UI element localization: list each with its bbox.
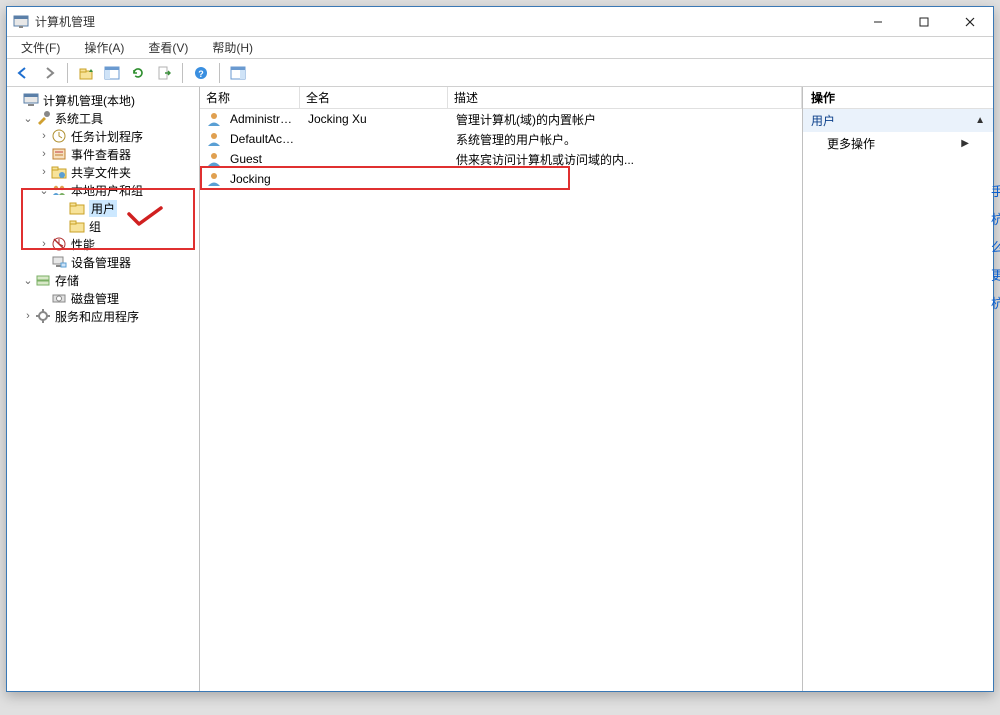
content-area: 计算机管理(本地) ⌄ 系统工具 › 任务计划程序 › 事件查看器 › 共享文件… [7, 87, 993, 691]
minimize-button[interactable] [855, 7, 901, 37]
forward-button[interactable] [37, 62, 61, 84]
edge-decoration: 手杭么更杭 [991, 178, 1000, 318]
export-button[interactable] [152, 62, 176, 84]
tree-storage[interactable]: ⌄ 存储 [7, 271, 199, 289]
menu-help[interactable]: 帮助(H) [208, 37, 257, 58]
tree-disk-management[interactable]: 磁盘管理 [7, 289, 199, 307]
list-header[interactable]: 名称 全名 描述 [200, 87, 802, 109]
user-row[interactable]: DefaultAcc... 系统管理的用户帐户。 [200, 129, 802, 149]
tree-performance[interactable]: › 性能 [7, 235, 199, 253]
tools-icon [35, 110, 51, 126]
user-row[interactable]: Guest 供来宾访问计算机或访问域的内... [200, 149, 802, 169]
col-fullname[interactable]: 全名 [300, 87, 448, 108]
up-button[interactable] [74, 62, 98, 84]
folder-icon [69, 200, 85, 216]
toolbar-separator [182, 63, 183, 83]
tree-shared-folders[interactable]: › 共享文件夹 [7, 163, 199, 181]
tree-event-viewer[interactable]: › 事件查看器 [7, 145, 199, 163]
user-icon [206, 151, 222, 167]
window-controls [855, 7, 993, 37]
svg-text:?: ? [198, 69, 204, 79]
expand-icon[interactable]: › [21, 310, 35, 322]
expand-icon[interactable]: › [37, 166, 51, 178]
list-pane: 名称 全名 描述 Administrat... Jocking Xu 管理计算机… [200, 87, 803, 691]
collapse-icon[interactable]: ⌄ [21, 274, 35, 287]
clock-icon [51, 128, 67, 144]
users-groups-icon [51, 182, 67, 198]
show-hide-tree-button[interactable] [100, 62, 124, 84]
maximize-button[interactable] [901, 7, 947, 37]
menu-action[interactable]: 操作(A) [80, 37, 128, 58]
expand-icon[interactable]: › [37, 130, 51, 142]
tree-local-users-groups[interactable]: ⌄ 本地用户和组 [7, 181, 199, 199]
performance-icon [51, 236, 67, 252]
user-row[interactable]: Administrat... Jocking Xu 管理计算机(域)的内置帐户 [200, 109, 802, 129]
user-icon [206, 111, 222, 127]
titlebar: 计算机管理 [7, 7, 993, 37]
actions-group-users[interactable]: 用户 ▲ [803, 109, 993, 132]
toolbar-separator [219, 63, 220, 83]
menu-file[interactable]: 文件(F) [17, 37, 64, 58]
tree-groups[interactable]: 组 [7, 217, 199, 235]
disk-icon [51, 290, 67, 306]
actions-more[interactable]: 更多操作 ▶ [803, 132, 993, 155]
menubar: 文件(F) 操作(A) 查看(V) 帮助(H) [7, 37, 993, 59]
event-icon [51, 146, 67, 162]
actions-pane: 操作 用户 ▲ 更多操作 ▶ [803, 87, 993, 691]
tree-pane[interactable]: 计算机管理(本地) ⌄ 系统工具 › 任务计划程序 › 事件查看器 › 共享文件… [7, 87, 200, 691]
collapse-icon[interactable]: ⌄ [21, 112, 35, 125]
actions-more-label: 更多操作 [827, 135, 875, 152]
window-title: 计算机管理 [35, 13, 855, 30]
close-button[interactable] [947, 7, 993, 37]
actions-header: 操作 [803, 87, 993, 109]
chevron-right-icon: ▶ [961, 138, 969, 149]
tree-system-tools[interactable]: ⌄ 系统工具 [7, 109, 199, 127]
toolbar: ? [7, 59, 993, 87]
back-button[interactable] [11, 62, 35, 84]
help-button[interactable]: ? [189, 62, 213, 84]
user-icon [206, 171, 222, 187]
action-pane-button[interactable] [226, 62, 250, 84]
col-name[interactable]: 名称 [200, 87, 300, 108]
storage-icon [35, 272, 51, 288]
tree-task-scheduler[interactable]: › 任务计划程序 [7, 127, 199, 145]
collapse-icon: ▲ [975, 115, 985, 126]
list-body[interactable]: Administrat... Jocking Xu 管理计算机(域)的内置帐户 … [200, 109, 802, 691]
expand-icon[interactable]: › [37, 238, 51, 250]
computer-icon [23, 92, 39, 108]
menu-view[interactable]: 查看(V) [144, 37, 192, 58]
toolbar-separator [67, 63, 68, 83]
tree-device-manager[interactable]: 设备管理器 [7, 253, 199, 271]
tree-root[interactable]: 计算机管理(本地) [7, 91, 199, 109]
col-description[interactable]: 描述 [448, 87, 802, 108]
device-icon [51, 254, 67, 270]
folder-icon [69, 218, 85, 234]
collapse-icon[interactable]: ⌄ [37, 184, 51, 197]
expand-icon[interactable]: › [37, 148, 51, 160]
shared-folder-icon [51, 164, 67, 180]
tree-users[interactable]: 用户 [7, 199, 199, 217]
user-row[interactable]: Jocking [200, 169, 802, 189]
tree-services-apps[interactable]: › 服务和应用程序 [7, 307, 199, 325]
app-window: 计算机管理 文件(F) 操作(A) 查看(V) 帮助(H) ? [6, 6, 994, 692]
refresh-button[interactable] [126, 62, 150, 84]
user-icon [206, 131, 222, 147]
services-icon [35, 308, 51, 324]
app-icon [13, 14, 29, 30]
actions-group-label: 用户 [811, 112, 835, 129]
